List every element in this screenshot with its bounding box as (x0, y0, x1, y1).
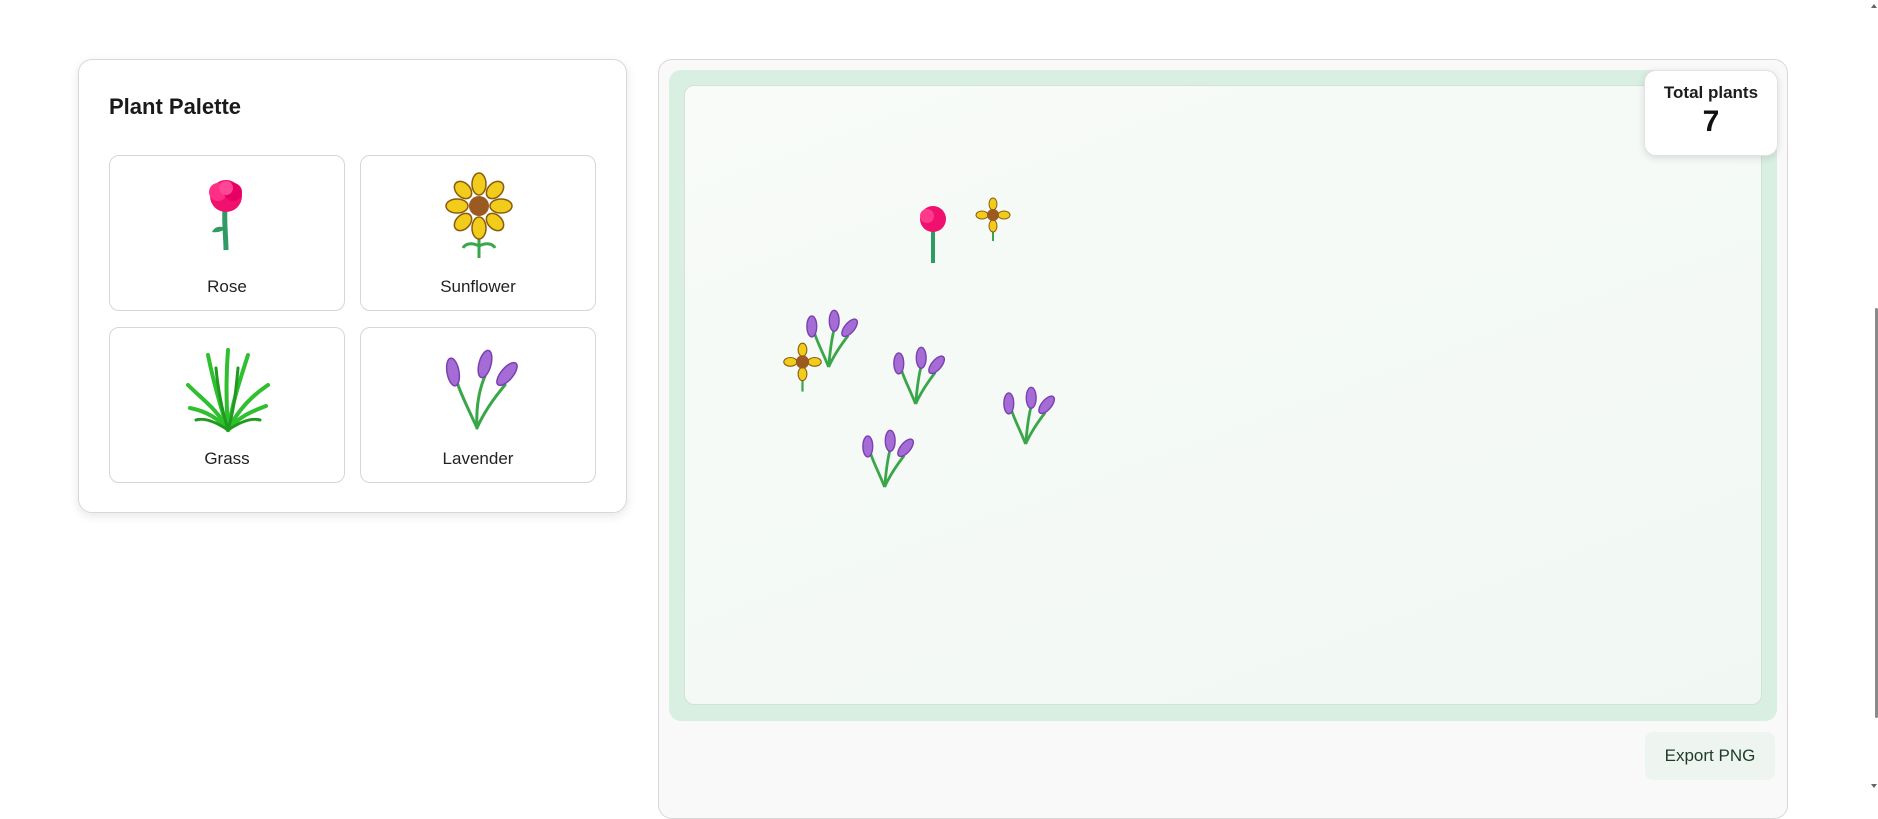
palette-title: Plant Palette (109, 94, 242, 119)
planted-lavender[interactable] (795, 304, 865, 374)
planted-lavender[interactable] (992, 381, 1062, 451)
palette-item-label: Lavender (442, 449, 514, 468)
garden-canvas[interactable] (684, 85, 1762, 705)
rose-icon (209, 180, 242, 251)
page-scrollbar[interactable] (1871, 0, 1878, 792)
palette-item-lavender[interactable]: Lavender (360, 327, 596, 483)
counter-label: Total plants (1663, 83, 1759, 102)
palette-item-label: Grass (204, 449, 250, 468)
canvas-frame (669, 70, 1777, 721)
plant-palette-panel: Plant Palette Rose Sunflower Grass Laven… (78, 59, 627, 513)
export-png-button[interactable]: Export PNG (1645, 732, 1775, 780)
palette-item-grass[interactable]: Grass (109, 327, 345, 483)
palette-item-label: Sunflower (440, 277, 516, 296)
garden-panel (658, 59, 1788, 819)
scroll-down-arrow-icon[interactable] (1871, 784, 1877, 788)
planted-lavender[interactable] (851, 424, 921, 494)
lavender-icon (445, 349, 518, 430)
total-plants-counter: Total plants 7 (1644, 70, 1778, 156)
palette-item-sunflower[interactable]: Sunflower (360, 155, 596, 311)
planted-rose[interactable] (913, 201, 953, 271)
scroll-up-arrow-icon[interactable] (1871, 4, 1877, 8)
planted-lavender[interactable] (882, 341, 952, 411)
palette-item-rose[interactable]: Rose (109, 155, 345, 311)
planted-sunflower[interactable] (968, 186, 1018, 256)
palette-item-label: Rose (207, 277, 247, 296)
sunflower-icon (445, 172, 513, 258)
grass-icon (186, 348, 270, 432)
counter-value: 7 (1702, 105, 1720, 138)
